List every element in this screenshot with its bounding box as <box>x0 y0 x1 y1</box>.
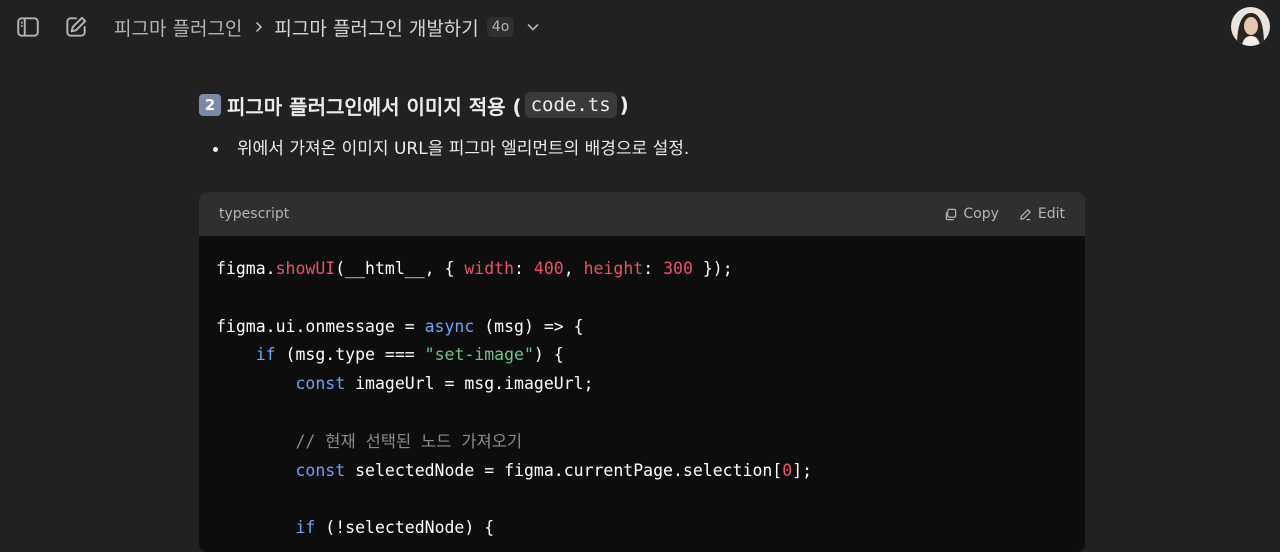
code-token: width <box>464 259 515 278</box>
edit-label: Edit <box>1037 206 1065 222</box>
code-header: typescript Copy Edit <box>199 192 1085 236</box>
number-badge: 2 <box>199 94 221 116</box>
model-badge[interactable]: 4o <box>486 17 515 37</box>
heading-close: ) <box>619 93 629 117</box>
code-token: (msg) => { <box>474 316 584 336</box>
code-token: const <box>295 374 346 394</box>
code-token: selectedNode = figma.currentPage.selecti… <box>345 460 783 480</box>
code-actions: Copy Edit <box>944 206 1065 222</box>
code-token: if <box>255 345 276 365</box>
sidebar-icon <box>17 17 39 37</box>
code-line: figma.ui.onmessage = async (msg) => { <box>216 313 1068 342</box>
code-token: 400 <box>533 259 564 278</box>
code-token: "set-image" <box>424 345 534 365</box>
code-token: 0 <box>782 460 793 480</box>
code-token: ) { <box>533 345 564 365</box>
code-block: typescript Copy Edit figma.showUI(__html… <box>199 192 1085 552</box>
edit-button[interactable]: Edit <box>1019 206 1065 222</box>
breadcrumb-parent[interactable]: 피그마 플러그인 <box>114 14 242 41</box>
code-token: const <box>295 460 346 480</box>
copy-button[interactable]: Copy <box>944 206 999 222</box>
code-language-label: typescript <box>219 206 290 222</box>
code-token: figma.ui.onmessage = <box>216 316 425 336</box>
code-body[interactable]: figma.showUI(__html__, { width: 400, hei… <box>199 236 1085 543</box>
code-token: ]; <box>792 460 813 480</box>
heading-text: 피그마 플러그인에서 이미지 적용 ( <box>227 94 522 119</box>
chevron-down-icon[interactable] <box>526 20 540 34</box>
copy-icon <box>946 208 957 220</box>
avatar[interactable] <box>1231 7 1270 46</box>
new-chat-button[interactable] <box>60 11 92 43</box>
code-line: // 현재 선택된 노드 가져오기 <box>216 428 1068 457</box>
code-token: (!selectedNode) { <box>315 518 495 538</box>
code-line: const imageUrl = msg.imageUrl; <box>216 370 1068 399</box>
code-token: height <box>583 259 644 278</box>
code-token: }); <box>692 259 733 278</box>
heading-inline-code: code.ts <box>524 92 617 118</box>
copy-label: Copy <box>963 206 999 222</box>
code-token: showUI <box>275 259 336 278</box>
pencil-icon <box>1020 208 1031 220</box>
code-token: (msg.type === <box>275 345 425 365</box>
top-bar: 피그마 플러그인 피그마 플러그인 개발하기 4o <box>0 0 1280 54</box>
list-item: 위에서 가져온 이미지 URL을 피그마 엘리먼트의 배경으로 설정. <box>199 136 1085 162</box>
code-token: async <box>424 316 475 336</box>
code-token: 300 <box>663 259 693 278</box>
code-token: , <box>563 259 584 278</box>
code-token: figma. <box>216 259 276 278</box>
code-line: figma.showUI(__html__, { width: 400, hei… <box>216 255 1068 284</box>
code-token: (__html__, { <box>335 259 465 278</box>
section-heading: 2 피그마 플러그인에서 이미지 적용 ( code.ts ) <box>199 84 1085 126</box>
edit-icon <box>66 16 87 37</box>
code-token: // 현재 선택된 노드 가져오기 <box>295 431 523 451</box>
sidebar-toggle-button[interactable] <box>12 11 44 43</box>
code-token: imageUrl = msg.imageUrl; <box>345 374 594 394</box>
code-token: : <box>643 259 664 278</box>
breadcrumb-current[interactable]: 피그마 플러그인 개발하기 <box>274 14 478 41</box>
code-line: const selectedNode = figma.currentPage.s… <box>216 457 1068 486</box>
message-content: 2 피그마 플러그인에서 이미지 적용 ( code.ts ) 위에서 가져온 … <box>199 84 1085 552</box>
code-line: if (msg.type === "set-image") { <box>216 341 1068 370</box>
code-token: if <box>295 518 316 538</box>
avatar-portrait-icon <box>1231 7 1270 46</box>
breadcrumb: 피그마 플러그인 피그마 플러그인 개발하기 4o <box>114 13 540 41</box>
chevron-right-icon <box>253 21 265 33</box>
code-token: : <box>514 259 534 278</box>
code-line: if (!selectedNode) { <box>216 514 1068 543</box>
